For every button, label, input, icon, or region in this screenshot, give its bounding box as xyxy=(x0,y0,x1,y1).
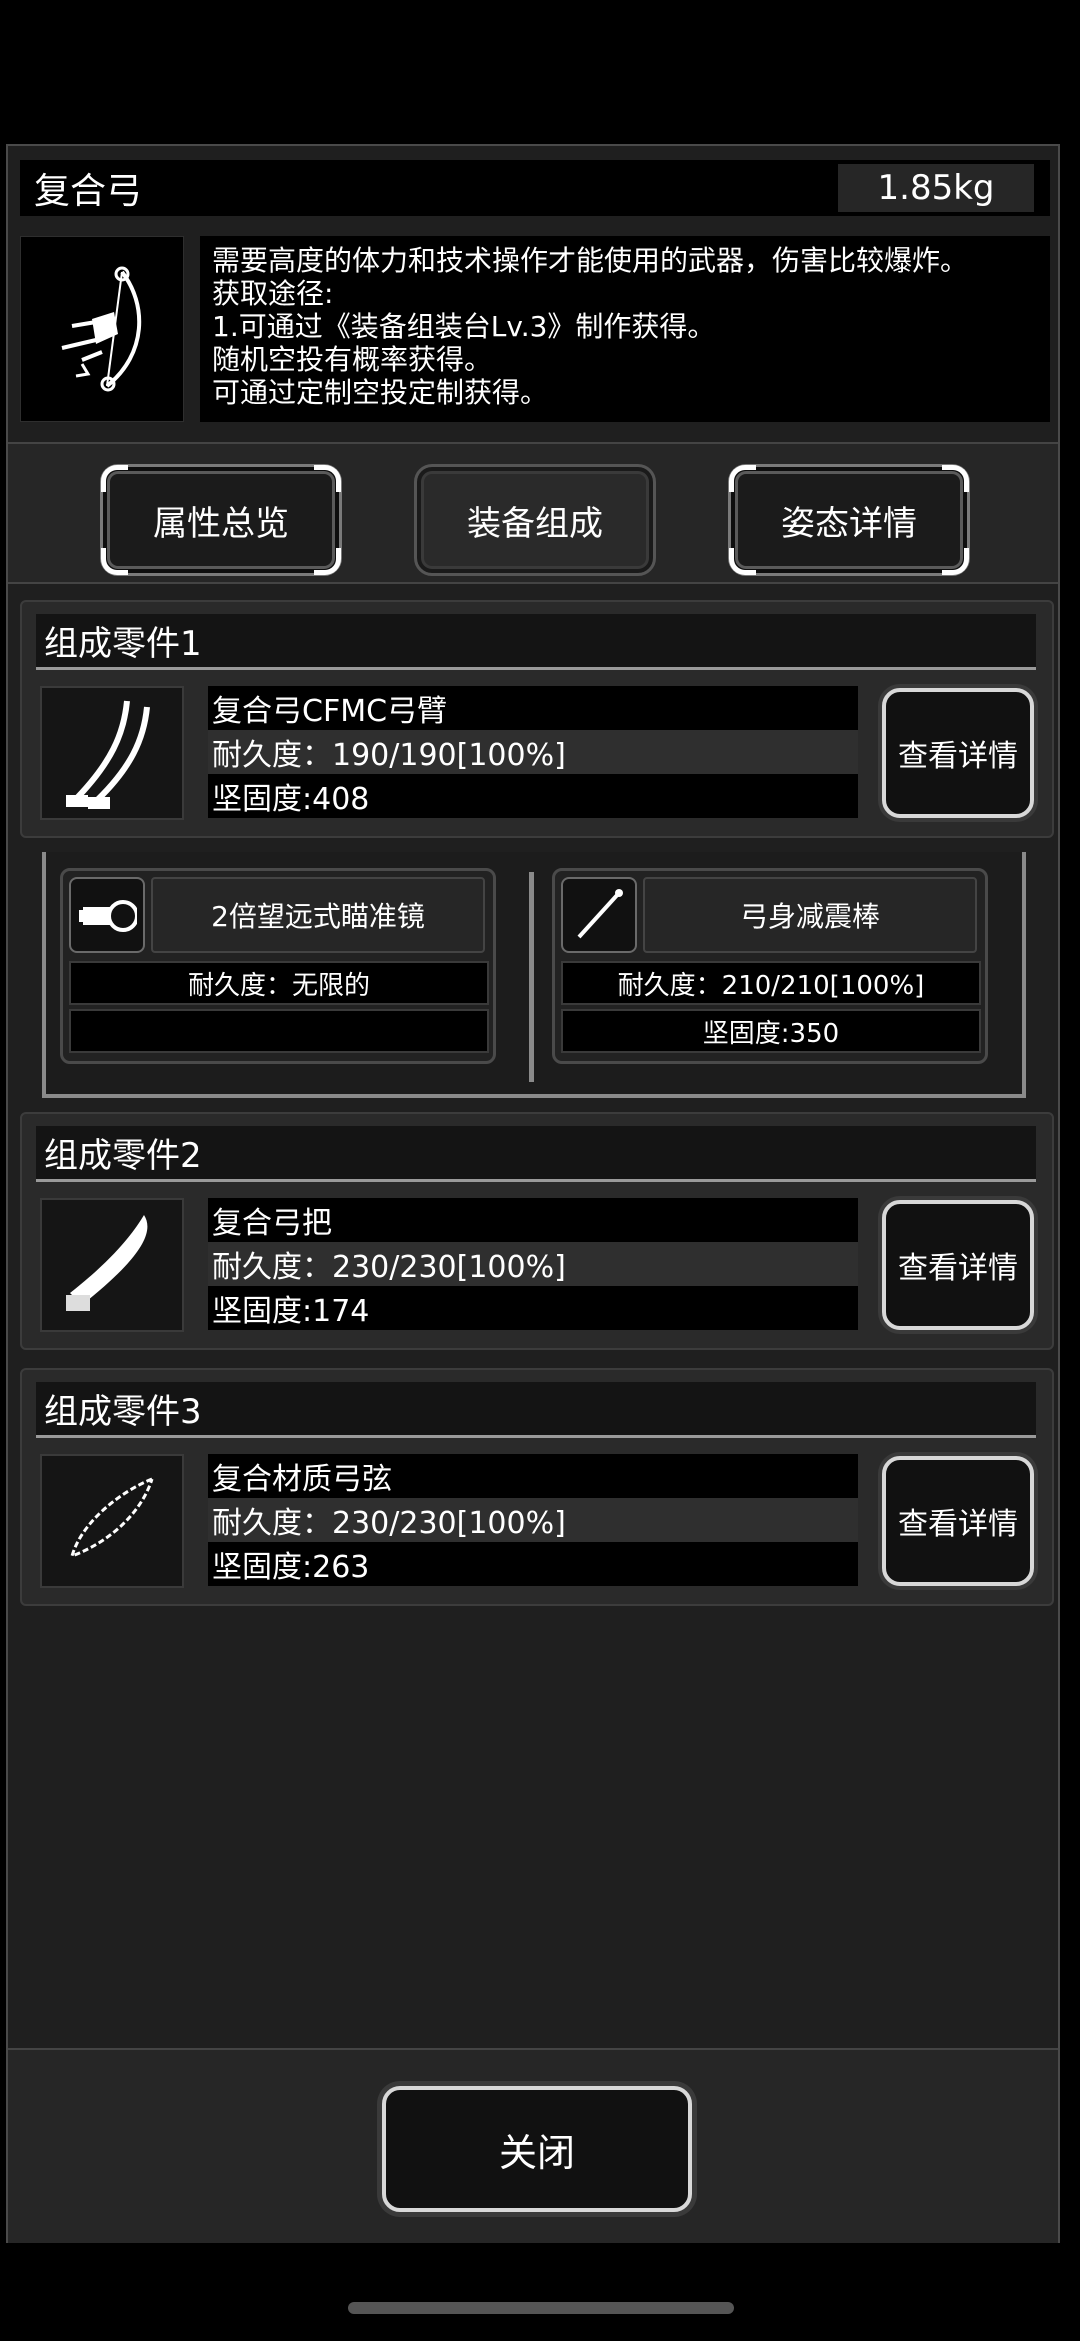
item-title-bar: 复合弓 1.85kg xyxy=(20,160,1050,216)
accessory-divider xyxy=(529,872,534,1082)
bow-grip-icon xyxy=(40,1198,184,1332)
description-line: 随机空投有概率获得。 xyxy=(212,343,493,376)
accessory-toughness: 坚固度:350 xyxy=(561,1009,981,1053)
close-button[interactable]: 关闭 xyxy=(382,2086,692,2212)
item-description: 需要高度的体力和技术操作才能使用的武器，伤害比较爆炸。 获取途径: 1.可通过《… xyxy=(200,236,1050,422)
tab-label: 姿态详情 xyxy=(781,503,917,544)
part-card-2: 组成零件2 复合弓把 耐久度：230/230[100%] 坚固度:174 查看详… xyxy=(20,1112,1054,1350)
tab-stance-details[interactable]: 姿态详情 xyxy=(728,464,970,576)
description-line: 可通过定制空投定制获得。 xyxy=(212,376,549,409)
view-details-button[interactable]: 查看详情 xyxy=(882,688,1034,818)
accessory-toughness xyxy=(69,1009,489,1053)
home-indicator[interactable] xyxy=(348,2302,734,2314)
tab-row: 属性总览 装备组成 姿态详情 xyxy=(8,442,1058,584)
tab-label: 装备组成 xyxy=(467,503,603,544)
tab-attributes-overview[interactable]: 属性总览 xyxy=(100,464,342,576)
description-line: 获取途径: xyxy=(212,277,334,310)
compound-bow-icon xyxy=(61,266,142,392)
part-toughness: 坚固度:263 xyxy=(208,1542,858,1586)
part-durability: 耐久度：190/190[100%] xyxy=(208,730,858,774)
item-weight: 1.85kg xyxy=(838,164,1034,212)
part-durability: 耐久度：230/230[100%] xyxy=(208,1242,858,1286)
tab-equipment-composition[interactable]: 装备组成 xyxy=(414,464,656,576)
part-header: 组成零件2 xyxy=(36,1126,1036,1182)
part-card-3: 组成零件3 复合材质弓弦 耐久度：230/230[100%] 坚固度:263 查… xyxy=(20,1368,1054,1606)
part-header: 组成零件3 xyxy=(36,1382,1036,1438)
bowstring-icon xyxy=(40,1454,184,1588)
footer-bar: 关闭 xyxy=(8,2048,1058,2243)
accessory-scope[interactable]: 2倍望远式瞄准镜 耐久度：无限的 xyxy=(60,868,496,1064)
description-line: 需要高度的体力和技术操作才能使用的武器，伤害比较爆炸。 xyxy=(212,244,969,277)
accessory-durability: 耐久度：210/210[100%] xyxy=(561,961,981,1005)
part-name: 复合材质弓弦 xyxy=(208,1454,858,1498)
item-icon xyxy=(20,236,184,422)
view-details-button[interactable]: 查看详情 xyxy=(882,1456,1034,1586)
accessory-name: 2倍望远式瞄准镜 xyxy=(151,877,485,953)
view-details-button[interactable]: 查看详情 xyxy=(882,1200,1034,1330)
part-header: 组成零件1 xyxy=(36,614,1036,670)
bow-limb-icon xyxy=(40,686,184,820)
accessory-durability: 耐久度：无限的 xyxy=(69,961,489,1005)
part-name: 复合弓把 xyxy=(208,1198,858,1242)
tab-label: 属性总览 xyxy=(153,503,289,544)
part-name: 复合弓CFMC弓臂 xyxy=(208,686,858,730)
stabilizer-icon xyxy=(561,877,637,953)
part-card-1: 组成零件1 复合弓CFMC弓臂 耐久度：190/190[100%] 坚固度:40… xyxy=(20,600,1054,838)
scope-icon xyxy=(69,877,145,953)
part-durability: 耐久度：230/230[100%] xyxy=(208,1498,858,1542)
item-name: 复合弓 xyxy=(34,171,143,212)
equipment-panel: 复合弓 1.85kg 需要高度的体力和技术操作才能使用的武器，伤害比较爆炸。 获… xyxy=(6,144,1060,2243)
part-toughness: 坚固度:408 xyxy=(208,774,858,818)
part-toughness: 坚固度:174 xyxy=(208,1286,858,1330)
description-line: 1.可通过《装备组装台Lv.3》制作获得。 xyxy=(212,310,716,343)
accessory-frame: 2倍望远式瞄准镜 耐久度：无限的 弓身减震棒 耐久度：210/210[100%]… xyxy=(42,852,1026,1098)
accessory-name: 弓身减震棒 xyxy=(643,877,977,953)
accessory-stabilizer[interactable]: 弓身减震棒 耐久度：210/210[100%] 坚固度:350 xyxy=(552,868,988,1064)
